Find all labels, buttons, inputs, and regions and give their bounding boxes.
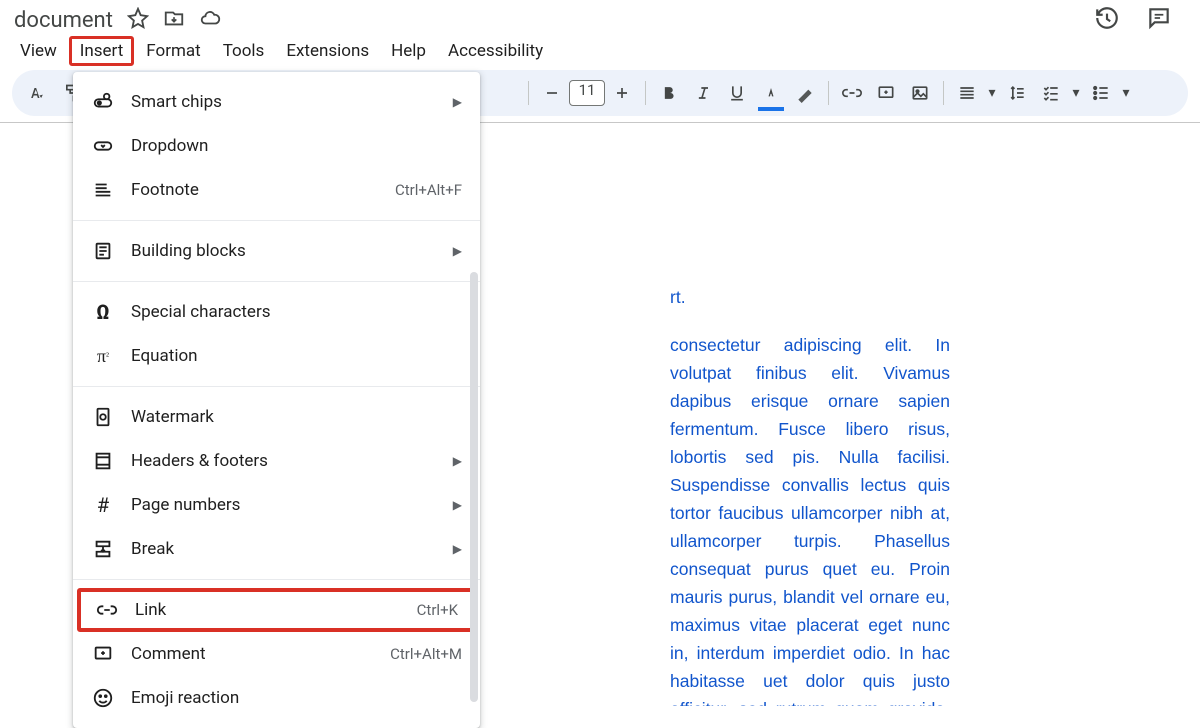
bulleted-list-icon[interactable] (1086, 78, 1116, 108)
break-icon (91, 537, 115, 561)
menu-help[interactable]: Help (381, 36, 436, 66)
menu-bar: View Insert Format Tools Extensions Help… (0, 34, 1200, 70)
text-fragment[interactable]: rt. (670, 283, 950, 311)
menu-item-watermark[interactable]: Watermark (73, 395, 480, 439)
menu-extensions[interactable]: Extensions (276, 36, 379, 66)
star-icon[interactable] (127, 7, 149, 33)
equation-icon: π² (91, 344, 115, 368)
checklist-icon[interactable] (1036, 78, 1066, 108)
insert-menu-dropdown: Smart chips ▶ Dropdown Footnote Ctrl+Alt… (73, 72, 480, 728)
dropdown-icon (91, 134, 115, 158)
font-size-input[interactable]: 11 (569, 80, 605, 106)
menu-item-label: Page numbers (131, 495, 445, 515)
submenu-arrow-icon: ▶ (453, 95, 462, 109)
menu-item-building-blocks[interactable]: Building blocks ▶ (73, 229, 480, 273)
line-spacing-icon[interactable] (1002, 78, 1032, 108)
insert-comment-icon[interactable] (871, 78, 901, 108)
cloud-icon[interactable] (199, 7, 221, 33)
submenu-arrow-icon: ▶ (453, 542, 462, 556)
menu-item-comment[interactable]: Comment Ctrl+Alt+M (73, 632, 480, 676)
building-blocks-icon (91, 239, 115, 263)
menu-item-break[interactable]: Break ▶ (73, 527, 480, 571)
menu-item-label: Smart chips (131, 92, 445, 112)
menu-separator (73, 386, 480, 387)
headers-footers-icon (91, 449, 115, 473)
menu-view[interactable]: View (10, 36, 67, 66)
menu-item-link[interactable]: Link Ctrl+K (77, 588, 476, 632)
submenu-arrow-icon: ▶ (453, 498, 462, 512)
toolbar-separator (943, 81, 944, 105)
menu-separator (73, 579, 480, 580)
menu-item-label: Emoji reaction (131, 688, 462, 708)
underline-icon[interactable] (722, 78, 752, 108)
menu-separator (73, 220, 480, 221)
comment-panel-icon[interactable] (1146, 5, 1172, 35)
toolbar-separator (528, 81, 529, 105)
menu-item-label: Special characters (131, 302, 462, 322)
menu-item-label: Link (135, 600, 417, 620)
menu-item-label: Footnote (131, 180, 395, 200)
bold-icon[interactable] (654, 78, 684, 108)
italic-icon[interactable] (688, 78, 718, 108)
menu-item-special-characters[interactable]: Ω Special characters (73, 290, 480, 334)
menu-item-dropdown[interactable]: Dropdown (73, 124, 480, 168)
menu-format[interactable]: Format (136, 36, 210, 66)
menu-item-emoji-reaction[interactable]: Emoji reaction (73, 676, 480, 720)
chevron-down-icon[interactable]: ▾ (1120, 85, 1132, 101)
title-bar: document (0, 0, 1200, 34)
menu-item-smart-chips[interactable]: Smart chips ▶ (73, 80, 480, 124)
menu-item-label: Headers & footers (131, 451, 445, 471)
align-icon[interactable] (952, 78, 982, 108)
menu-item-label: Equation (131, 346, 462, 366)
menu-item-shortcut: Ctrl+K (417, 601, 458, 619)
footnote-icon (91, 178, 115, 202)
history-icon[interactable] (1094, 5, 1120, 35)
menu-item-shortcut: Ctrl+Alt+F (395, 181, 462, 199)
chevron-down-icon[interactable]: ▾ (1070, 85, 1082, 101)
font-size-increase[interactable] (607, 78, 637, 108)
omega-icon: Ω (91, 300, 115, 324)
toolbar-separator (645, 81, 646, 105)
comment-icon (91, 642, 115, 666)
menu-item-page-numbers[interactable]: # Page numbers ▶ (73, 483, 480, 527)
watermark-icon (91, 405, 115, 429)
emoji-icon (91, 686, 115, 710)
submenu-arrow-icon: ▶ (453, 454, 462, 468)
submenu-arrow-icon: ▶ (453, 244, 462, 258)
text-color-icon[interactable] (756, 78, 786, 108)
menu-item-label: Watermark (131, 407, 462, 427)
styles-icon[interactable] (22, 78, 52, 108)
menu-item-shortcut: Ctrl+Alt+M (390, 645, 462, 663)
font-size-decrease[interactable] (537, 78, 567, 108)
highlight-icon[interactable] (790, 78, 820, 108)
insert-image-icon[interactable] (905, 78, 935, 108)
menu-item-label: Building blocks (131, 241, 445, 261)
menu-accessibility[interactable]: Accessibility (438, 36, 553, 66)
document-title[interactable]: document (14, 8, 113, 33)
menu-item-headers-footers[interactable]: Headers & footers ▶ (73, 439, 480, 483)
menu-separator (73, 281, 480, 282)
menu-item-label: Comment (131, 644, 390, 664)
dropdown-scrollbar[interactable] (470, 272, 478, 702)
menu-tools[interactable]: Tools (213, 36, 275, 66)
menu-item-footnote[interactable]: Footnote Ctrl+Alt+F (73, 168, 480, 212)
move-icon[interactable] (163, 7, 185, 33)
smart-chips-icon (91, 90, 115, 114)
menu-item-equation[interactable]: π² Equation (73, 334, 480, 378)
hash-icon: # (91, 493, 115, 517)
link-icon (95, 598, 119, 622)
chevron-down-icon[interactable]: ▾ (986, 85, 998, 101)
menu-item-label: Break (131, 539, 445, 559)
menu-item-label: Dropdown (131, 136, 462, 156)
menu-insert[interactable]: Insert (69, 36, 135, 66)
insert-link-icon[interactable] (837, 78, 867, 108)
toolbar-separator (828, 81, 829, 105)
